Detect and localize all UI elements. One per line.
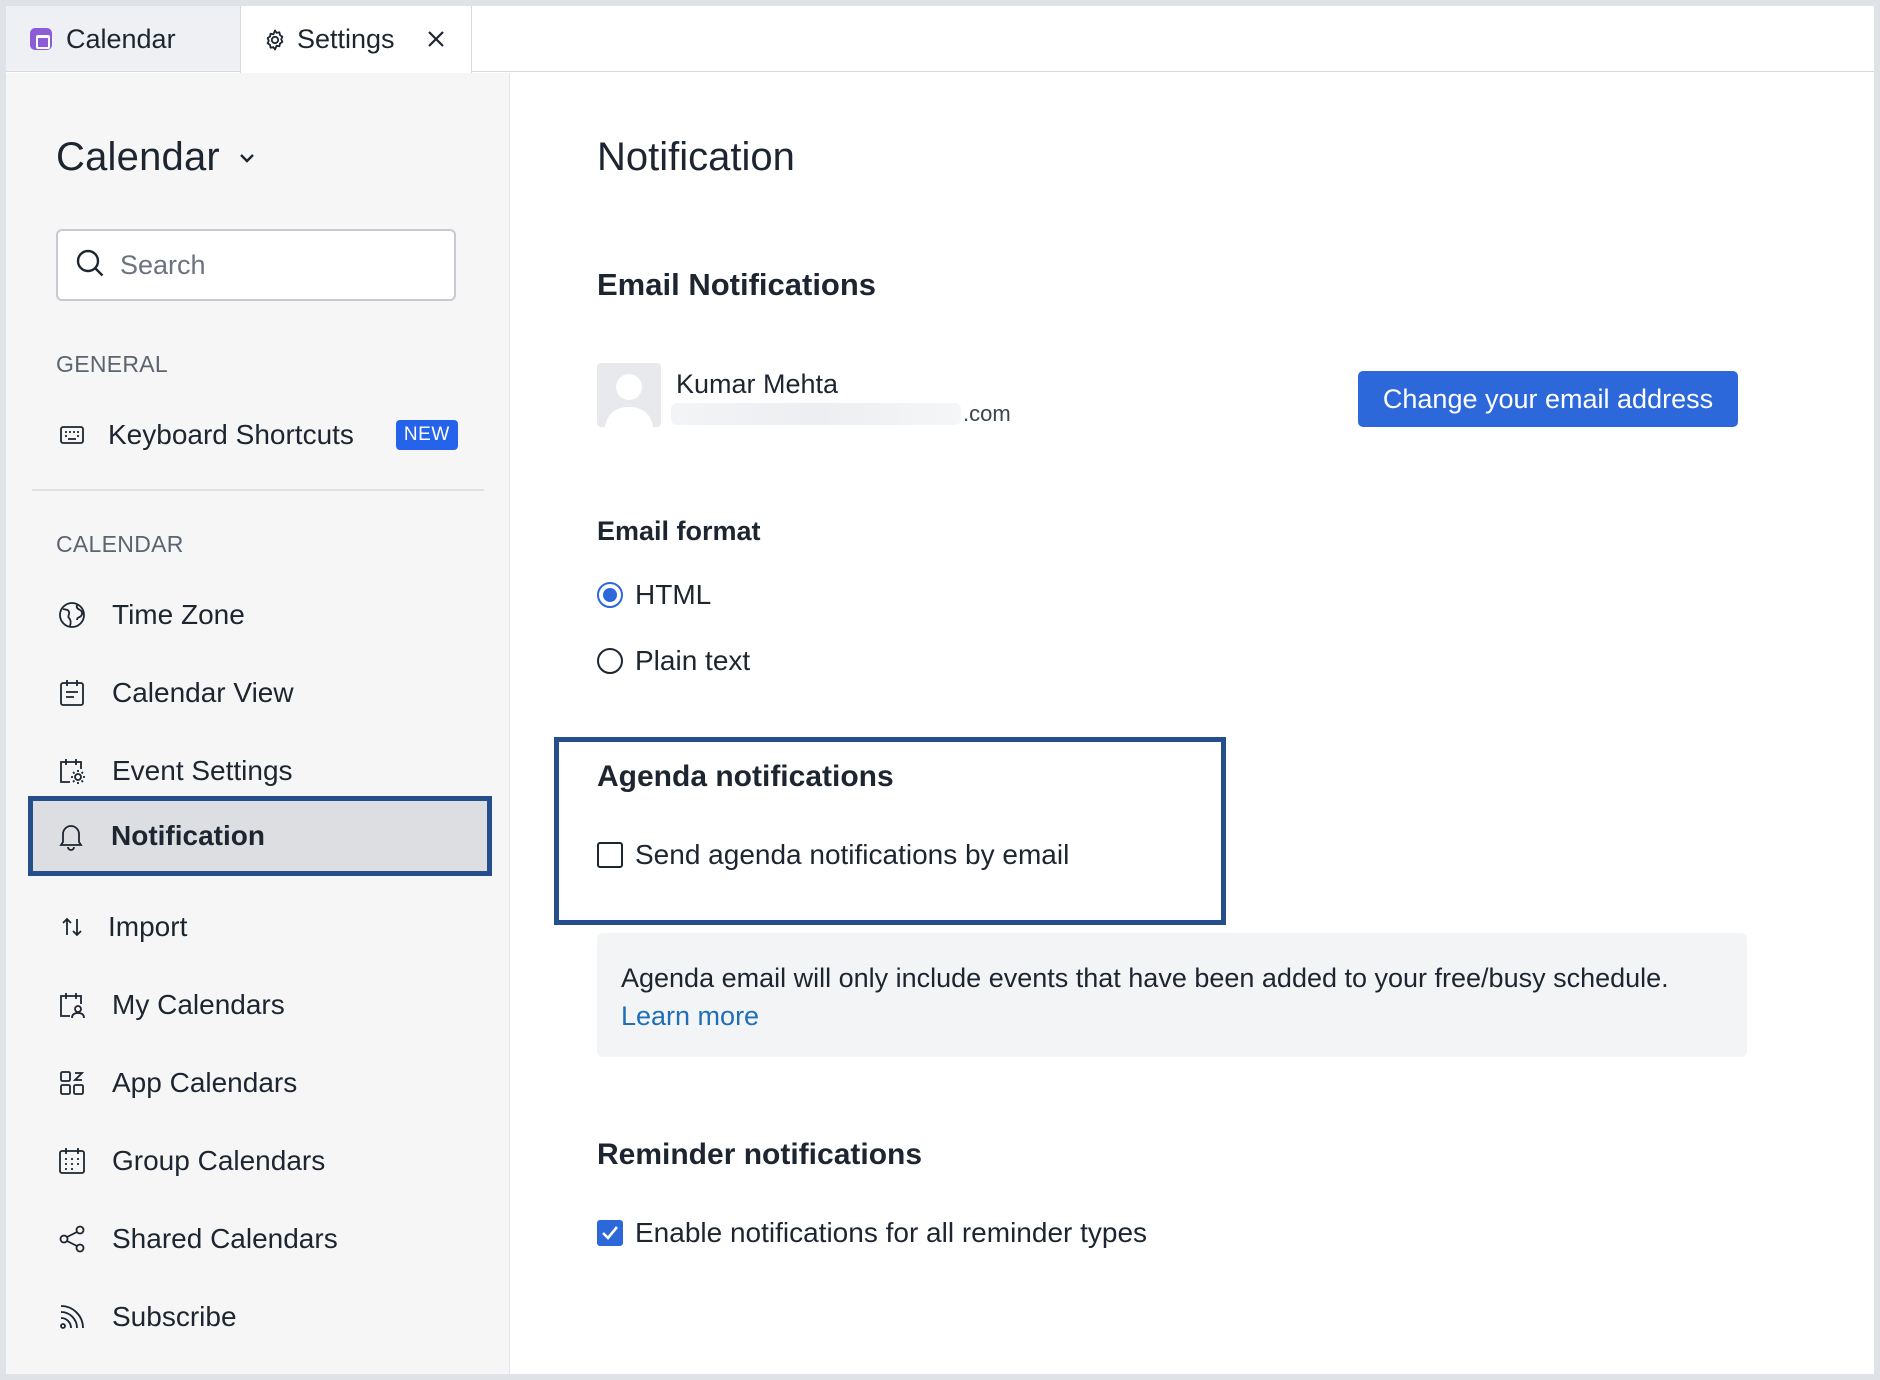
sidebar-item-notification-highlight: Notification (28, 796, 492, 876)
section-general: GENERAL (56, 351, 169, 377)
reminder-heading: Reminder notifications (597, 1138, 923, 1171)
tab-settings-label: Settings (297, 24, 395, 54)
agenda-info-text: Agenda email will only include events th… (621, 963, 1669, 993)
email-notifications-heading: Email Notifications (597, 267, 877, 302)
tab-calendar[interactable]: Calendar (6, 6, 240, 72)
settings-sidebar: Calendar GENERAL Keyboard Shortcuts NEW … (6, 73, 510, 1374)
sidebar-item-label: Keyboard Shortcuts (108, 419, 354, 450)
share-icon (56, 1223, 88, 1255)
sidebar-item-label: Group Calendars (112, 1145, 326, 1176)
app-window: Calendar Settings Calendar Search GENERA… (6, 6, 1874, 1374)
sidebar-item-group-calendars[interactable]: Group Calendars (56, 1133, 325, 1189)
gear-icon (263, 28, 287, 52)
sidebar-item-subscribe[interactable]: Subscribe (56, 1289, 237, 1345)
rss-icon (56, 1301, 88, 1333)
globe-icon (56, 599, 88, 631)
sidebar-item-keyboard-shortcuts[interactable]: Keyboard Shortcuts NEW (56, 407, 458, 463)
tab-settings[interactable]: Settings (240, 6, 472, 73)
bell-icon (55, 820, 87, 852)
radio-plain-text[interactable]: Plain text (597, 641, 750, 681)
sidebar-item-label: Import (108, 911, 188, 942)
checkbox-label: Send agenda notifications by email (635, 839, 1070, 870)
sidebar-item-shared-calendars[interactable]: Shared Calendars (56, 1211, 338, 1267)
tab-bar-empty (472, 6, 1874, 72)
sidebar-item-label: Shared Calendars (112, 1223, 338, 1254)
sidebar-item-my-calendars[interactable]: My Calendars (56, 977, 285, 1033)
sidebar-item-label: Notification (111, 820, 265, 851)
search-icon (74, 247, 106, 284)
radio-html[interactable]: HTML (597, 575, 711, 615)
app-title: Calendar (56, 135, 220, 179)
email-suffix: .com (963, 401, 1011, 426)
new-badge: NEW (395, 420, 458, 450)
radio-button[interactable] (597, 648, 623, 674)
sidebar-item-label: Calendar View (112, 677, 294, 708)
radio-label: HTML (635, 579, 712, 610)
sidebar-item-label: App Calendars (112, 1067, 298, 1098)
radio-button-selected[interactable] (597, 582, 623, 608)
sidebar-item-label: My Calendars (112, 989, 285, 1020)
sidebar-item-import[interactable]: Import (56, 899, 187, 955)
group-calendar-icon (56, 1145, 88, 1177)
tab-calendar-label: Calendar (66, 23, 176, 54)
change-email-button[interactable]: Change your email address (1358, 371, 1738, 427)
checkbox-label: Enable notifications for all reminder ty… (635, 1217, 1148, 1248)
sidebar-item-app-calendars[interactable]: App Calendars (56, 1055, 297, 1111)
learn-more-link[interactable]: Learn more (621, 1001, 759, 1031)
my-calendars-icon (56, 989, 88, 1021)
sidebar-item-notification[interactable]: Notification (55, 808, 265, 864)
agenda-email-option[interactable]: Send agenda notifications by email (597, 835, 1069, 875)
page-title: Notification (597, 135, 795, 179)
keyboard-icon (56, 419, 88, 451)
reminder-option[interactable]: Enable notifications for all reminder ty… (597, 1213, 1147, 1253)
agenda-checkbox[interactable] (597, 842, 623, 868)
radio-label: Plain text (635, 645, 751, 676)
sidebar-item-event-settings[interactable]: Event Settings (56, 743, 293, 799)
email-redacted (671, 403, 961, 425)
avatar (597, 363, 661, 427)
sidebar-item-label: Subscribe (112, 1301, 237, 1332)
close-icon[interactable] (423, 26, 449, 52)
app-switcher[interactable]: Calendar (56, 135, 256, 180)
chevron-down-icon (238, 152, 256, 164)
sidebar-item-label: Event Settings (112, 755, 293, 786)
agenda-info-box: Agenda email will only include events th… (597, 933, 1747, 1057)
event-settings-icon (56, 755, 88, 787)
sidebar-item-calendar-view[interactable]: Calendar View (56, 665, 294, 721)
email-format-heading: Email format (597, 516, 761, 546)
search-input[interactable] (120, 249, 440, 281)
tab-bar: Calendar Settings (6, 6, 1874, 73)
reminder-checkbox[interactable] (597, 1220, 623, 1246)
user-email: .com (671, 401, 1011, 427)
user-name: Kumar Mehta (676, 369, 839, 399)
search-box[interactable] (56, 229, 456, 301)
sidebar-divider (32, 489, 484, 491)
settings-main: Notification Email Notifications Kumar M… (511, 73, 1874, 1374)
agenda-heading: Agenda notifications (597, 760, 894, 793)
section-calendar: CALENDAR (56, 531, 184, 557)
sidebar-item-label: Time Zone (112, 599, 245, 630)
apps-grid-icon (56, 1067, 88, 1099)
calendar-app-icon (30, 28, 52, 50)
calendar-view-icon (56, 677, 88, 709)
sidebar-item-time-zone[interactable]: Time Zone (56, 587, 245, 643)
import-arrows-icon (56, 911, 88, 943)
